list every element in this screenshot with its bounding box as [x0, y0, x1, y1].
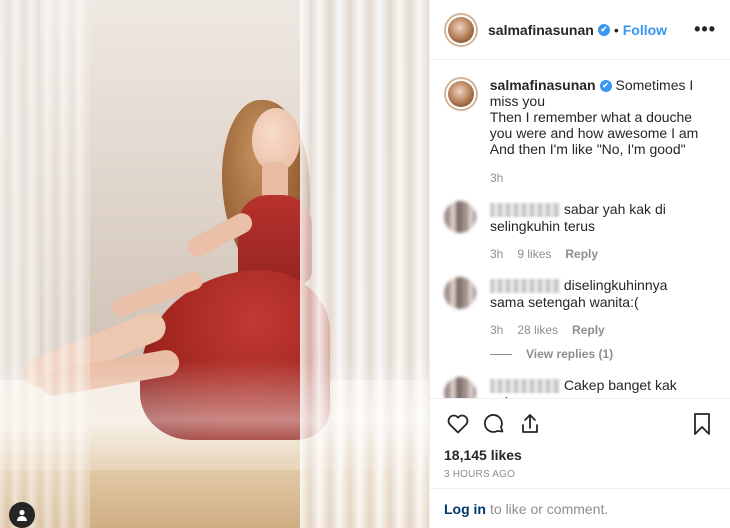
photo-curtain-front: [0, 360, 429, 460]
like-button[interactable]: [444, 410, 472, 438]
login-prompt-text: to like or comment.: [490, 500, 609, 517]
comment-avatar-blurred[interactable]: [444, 277, 476, 309]
post-timestamp[interactable]: 3 HOURS AGO: [444, 469, 716, 480]
action-icons-row: [444, 409, 716, 439]
login-link[interactable]: Log in: [444, 501, 486, 517]
likes-count[interactable]: 18,145 likes: [444, 447, 716, 463]
comment-body: Cakep banget kak salma: [490, 377, 700, 398]
comment-meta: 3h 9 likes Reply: [490, 247, 716, 261]
view-replies-label: View replies (1): [526, 347, 614, 361]
comment-body: diselingkuhinnya sama setengah wanita:(: [490, 277, 700, 311]
comment-username-blurred[interactable]: [490, 279, 560, 294]
comment-likes[interactable]: 9 likes: [517, 247, 551, 261]
post-actions: 18,145 likes 3 HOURS AGO: [430, 398, 730, 480]
comment-item: Cakep banget kak salma: [444, 377, 716, 398]
comment-username-blurred[interactable]: [490, 379, 560, 394]
share-icon: [522, 414, 538, 433]
verified-icon: ✔: [597, 23, 610, 36]
header-separator: •: [613, 21, 619, 38]
comment-username-blurred[interactable]: [490, 203, 560, 218]
share-button[interactable]: [516, 410, 544, 438]
instagram-post: salmafinasunan ✔ • Follow ••• salmafinas…: [0, 0, 730, 528]
caption-username[interactable]: salmafinasunan: [490, 77, 596, 93]
user-tag-icon: [17, 509, 27, 521]
avatar[interactable]: [444, 12, 478, 47]
follow-button[interactable]: Follow: [623, 22, 667, 38]
comment-meta: 3h 28 likes Reply: [490, 323, 716, 337]
view-replies-button[interactable]: View replies (1): [490, 347, 716, 361]
comment-item: diselingkuhinnya sama setengah wanita:(: [444, 277, 716, 311]
comment-time[interactable]: 3h: [490, 323, 503, 337]
comment-item: sabar yah kak di selingkuhin terus: [444, 201, 716, 235]
caption-line-2: Then I remember what a douche you were a…: [489, 109, 699, 141]
caption-text: salmafinasunan ✔ Sometimes I miss you The…: [490, 77, 716, 157]
caption: salmafinasunan ✔ Sometimes I miss you The…: [444, 77, 716, 157]
comment-time[interactable]: 3h: [490, 247, 503, 261]
comment-icon: [483, 414, 504, 433]
caption-line-3: And then I'm like "No, I'm good": [489, 141, 686, 157]
post-photo[interactable]: [0, 0, 429, 528]
verified-icon: ✔: [599, 80, 612, 93]
avatar-image: [448, 16, 474, 43]
more-icon[interactable]: •••: [694, 19, 716, 40]
header-username[interactable]: salmafinasunan: [488, 22, 594, 38]
view-replies-dash: [490, 353, 512, 355]
user-tag-button[interactable]: [9, 502, 35, 528]
bookmark-icon: [694, 413, 710, 435]
comments-list[interactable]: salmafinasunan ✔ Sometimes I miss you The…: [430, 61, 730, 398]
post-sidebar: salmafinasunan ✔ • Follow ••• salmafinas…: [429, 0, 730, 528]
comment-avatar-blurred[interactable]: [444, 201, 476, 233]
heart-icon: [447, 414, 469, 434]
reply-button[interactable]: Reply: [572, 323, 605, 337]
comment-avatar-blurred[interactable]: [444, 377, 476, 398]
reply-button[interactable]: Reply: [565, 247, 598, 261]
comment-button[interactable]: [480, 410, 508, 438]
comment-body: sabar yah kak di selingkuhin terus: [490, 201, 700, 235]
login-bar: Log in to like or comment.: [430, 488, 730, 528]
caption-timestamp[interactable]: 3h: [490, 171, 716, 185]
caption-avatar[interactable]: [444, 77, 478, 111]
post-header: salmafinasunan ✔ • Follow •••: [430, 0, 730, 60]
comment-likes[interactable]: 28 likes: [517, 323, 558, 337]
save-button[interactable]: [688, 410, 716, 438]
caption-avatar-image: [447, 81, 474, 107]
